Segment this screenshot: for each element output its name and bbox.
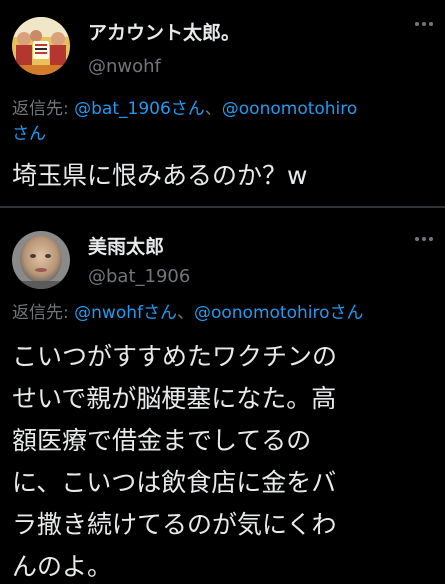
replying-to-label: 返信先: bbox=[12, 99, 75, 119]
mention-link-suffix[interactable]: さん bbox=[12, 124, 46, 144]
replying-to-label: 返信先: bbox=[12, 303, 75, 323]
mention-link[interactable]: @oonomotohiroさん bbox=[194, 303, 364, 323]
divider bbox=[0, 206, 445, 208]
more-horizontal-icon[interactable] bbox=[415, 237, 433, 243]
display-name[interactable]: 美雨太郎 bbox=[88, 232, 164, 259]
user-handle[interactable]: @bat_1906 bbox=[88, 266, 190, 287]
tweet-text: 埼玉県に恨みあるのか？w bbox=[12, 161, 308, 190]
tweet-text: こいつがすすめたワクチンの せいで親が脳梗塞になた。高 額医療で借金までしてるの… bbox=[12, 342, 338, 581]
avatar[interactable] bbox=[12, 231, 70, 289]
mention-separator: 、 bbox=[176, 303, 194, 323]
tweet[interactable]: アカウント太郎。 @nwohf 返信先: @bat_1906さん、@oonomo… bbox=[0, 0, 445, 206]
display-name[interactable]: アカウント太郎。 bbox=[88, 18, 240, 45]
more-horizontal-icon[interactable] bbox=[415, 22, 433, 28]
mention-link[interactable]: @nwohfさん bbox=[74, 303, 177, 323]
mention-link[interactable]: @bat_1906さん bbox=[74, 99, 205, 119]
replying-to: 返信先: @nwohfさん、@oonomotohiroさん bbox=[12, 301, 437, 326]
mention-link[interactable]: @oonomotohiro bbox=[222, 99, 358, 119]
replying-to: 返信先: @bat_1906さん、@oonomotohiro さん bbox=[12, 97, 437, 147]
avatar[interactable] bbox=[12, 17, 70, 75]
user-handle[interactable]: @nwohf bbox=[88, 56, 161, 77]
mention-separator: 、 bbox=[204, 99, 222, 119]
tweet[interactable]: 美雨太郎 @bat_1906 返信先: @nwohfさん、@oonomotohi… bbox=[0, 210, 445, 584]
